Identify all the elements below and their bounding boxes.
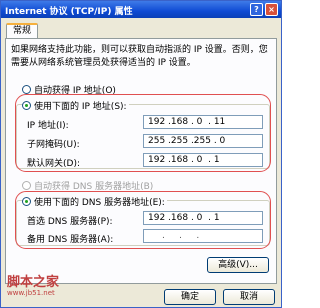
title-bar[interactable]: Internet 协议 (TCP/IP) 属性 ? ×: [1, 1, 281, 18]
manual-ip-option[interactable]: 使用下面的 IP 地址(S):: [22, 99, 129, 112]
preferred-dns-label: 首选 DNS 服务器(P):: [27, 217, 113, 227]
close-button[interactable]: ×: [265, 3, 278, 16]
alternate-dns-label: 备用 DNS 服务器(A):: [27, 235, 114, 245]
alternate-dns-value: . . .: [162, 231, 200, 241]
auto-dns-radio[interactable]: [22, 181, 31, 190]
manual-dns-radio[interactable]: [22, 197, 31, 206]
ip-address-field[interactable]: 192 .168 . 0 . 11: [143, 115, 263, 129]
subnet-mask-field[interactable]: 255 .255 .255 . 0: [143, 134, 263, 148]
cancel-button[interactable]: 取消: [223, 289, 275, 305]
alternate-dns-field[interactable]: . . .: [143, 229, 263, 243]
gateway-label: 默认网关(D):: [27, 159, 80, 169]
manual-dns-label: 使用下面的 DNS 服务器地址(E):: [34, 198, 165, 208]
preferred-dns-field[interactable]: 192 .168 . 0 . 1: [143, 211, 263, 225]
ip-address-value: 192 .168 . 0 . 11: [148, 117, 226, 127]
auto-ip-radio[interactable]: [22, 85, 31, 94]
ok-button[interactable]: 确定: [164, 289, 216, 305]
window-title: Internet 协议 (TCP/IP) 属性: [5, 7, 133, 17]
tcpip-properties-dialog: Internet 协议 (TCP/IP) 属性 ? × 常规 如果网络支持此功能…: [0, 0, 282, 308]
manual-ip-radio[interactable]: [22, 101, 31, 110]
preferred-dns-value: 192 .168 . 0 . 1: [148, 213, 220, 223]
gateway-field[interactable]: 192 .168 . 0 . 1: [143, 153, 263, 167]
advanced-button[interactable]: 高级(V)...: [207, 257, 269, 273]
manual-ip-label: 使用下面的 IP 地址(S):: [34, 102, 127, 112]
help-button[interactable]: ?: [250, 3, 263, 16]
ip-address-label: IP 地址(I):: [27, 121, 69, 131]
subnet-mask-label: 子网掩码(U):: [27, 140, 80, 150]
gateway-value: 192 .168 . 0 . 1: [148, 155, 220, 165]
tab-general[interactable]: 常规: [6, 23, 38, 39]
subnet-mask-value: 255 .255 .255 . 0: [148, 136, 226, 146]
manual-dns-option[interactable]: 使用下面的 DNS 服务器地址(E):: [22, 195, 167, 208]
watermark-logo: 脚本之家: [7, 275, 60, 290]
watermark-url: www.jb51.net: [7, 289, 55, 297]
description-text: 如果网络支持此功能，则可以获取自动指派的 IP 设置。否则，您需要从网络系统管理…: [11, 45, 268, 68]
